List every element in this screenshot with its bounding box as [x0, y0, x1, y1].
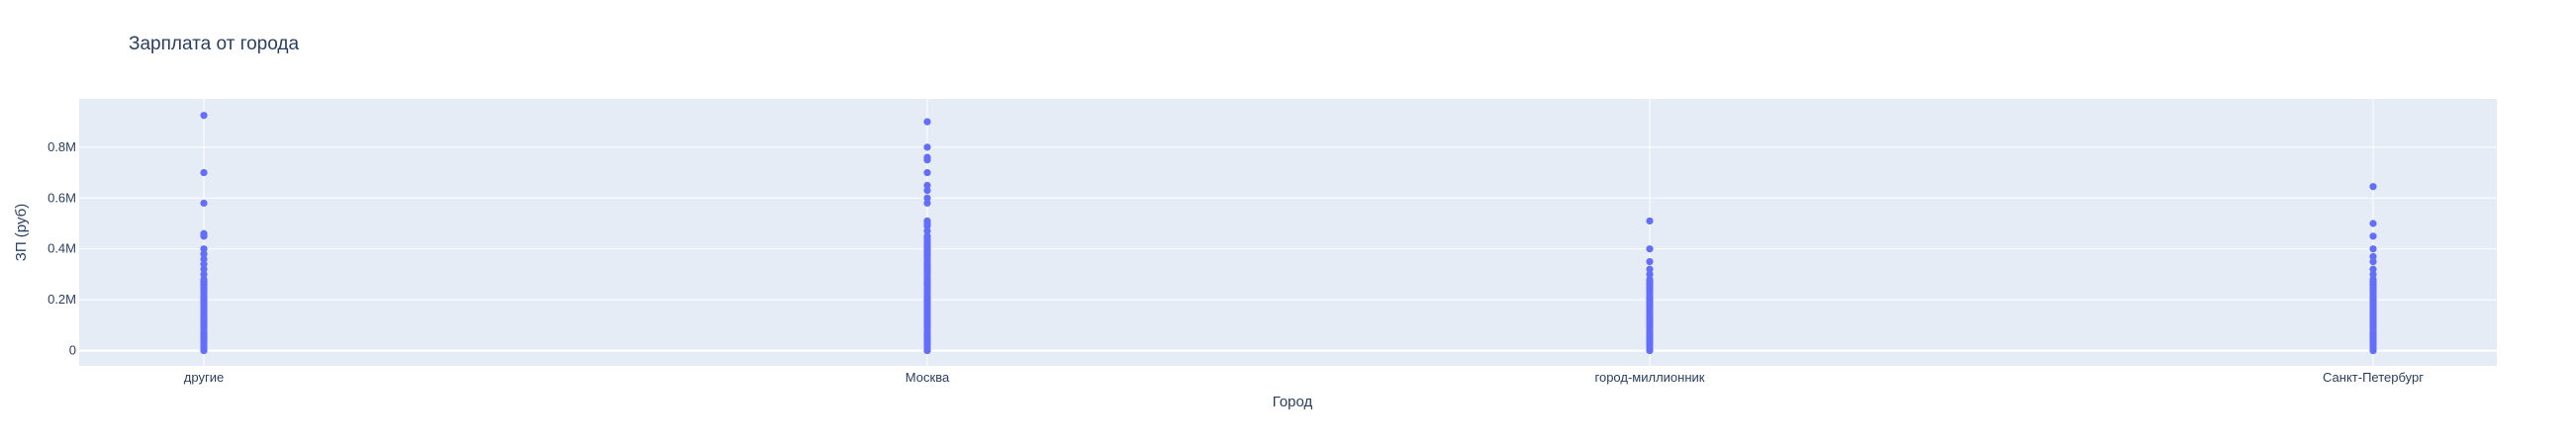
x-tick-labels: другие Москва город-миллионник Санкт-Петерб… — [184, 370, 2424, 385]
data-point[interactable] — [2369, 183, 2377, 191]
x-tick-label: Москва — [906, 370, 950, 385]
data-point[interactable] — [200, 112, 208, 120]
y-tick-label: 0.6M — [48, 190, 76, 205]
y-axis-title: ЗП (руб) — [13, 204, 30, 261]
y-tick-label: 0.2M — [48, 292, 76, 307]
y-tick-labels: 0 0.2M 0.4M 0.6M 0.8M — [48, 139, 76, 358]
data-point[interactable] — [2369, 265, 2377, 273]
data-point[interactable] — [2369, 232, 2377, 240]
x-axis-title: Город — [1273, 394, 1313, 410]
x-tick-label: город-миллионник — [1595, 370, 1705, 385]
x-tick-label: другие — [184, 370, 224, 385]
chart-title: Зарплата от города — [129, 34, 299, 54]
plot-area — [79, 99, 2497, 366]
y-tick-label: 0 — [69, 343, 76, 358]
data-point[interactable] — [923, 217, 931, 225]
data-point[interactable] — [923, 168, 931, 177]
data-point[interactable] — [200, 245, 208, 253]
data-point[interactable] — [200, 229, 208, 237]
data-point[interactable] — [200, 168, 208, 177]
data-point[interactable] — [923, 181, 931, 190]
data-point[interactable] — [923, 118, 931, 126]
data-point[interactable] — [1646, 245, 1654, 253]
data-point[interactable] — [1646, 217, 1654, 225]
data-point[interactable] — [923, 143, 931, 151]
data-point[interactable] — [2369, 220, 2377, 227]
salary-by-city-chart: Зарплата от города 0 0.2M 0.4M 0.6M 0.8M дру… — [13, 34, 2497, 410]
y-tick-label: 0.4M — [48, 241, 76, 256]
data-point[interactable] — [2369, 245, 2377, 253]
y-tick-label: 0.8M — [48, 139, 76, 154]
x-tick-label: Санкт-Петербург — [2323, 370, 2424, 385]
data-point[interactable] — [1646, 265, 1654, 273]
data-point[interactable] — [200, 199, 208, 208]
data-point[interactable] — [923, 153, 931, 161]
data-point[interactable] — [923, 194, 931, 202]
data-point[interactable] — [2369, 252, 2377, 261]
data-point[interactable] — [1646, 257, 1654, 266]
